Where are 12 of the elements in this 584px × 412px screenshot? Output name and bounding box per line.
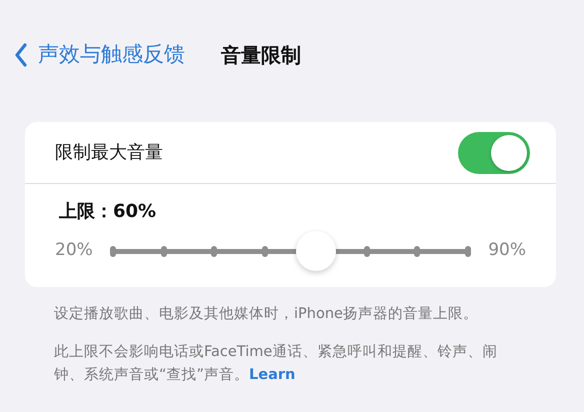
footer-note: 设定播放歌曲、电影及其他媒体时，iPhone扬声器的音量上限。: [54, 304, 479, 324]
min-label: 20%: [55, 239, 93, 262]
setting-label: 限制最大音量: [55, 141, 163, 165]
page-title: 音量限制: [221, 42, 301, 69]
footer-note: 此上限不会影响电话或FaceTime通话、紧急呼叫和提醒、铃声、闹钟、系统声音或“查找”声音。Learn: [54, 343, 498, 385]
back-button[interactable]: 声效与触感反馈: [14, 39, 185, 71]
slider-thumb[interactable]: [296, 230, 336, 270]
max-label: 90%: [488, 239, 526, 262]
back-chevron-icon: [14, 43, 28, 67]
limit-value-label: 上限：60%: [58, 200, 158, 224]
learn-link[interactable]: Learn: [249, 366, 296, 383]
toggle-switch[interactable]: [458, 132, 530, 174]
